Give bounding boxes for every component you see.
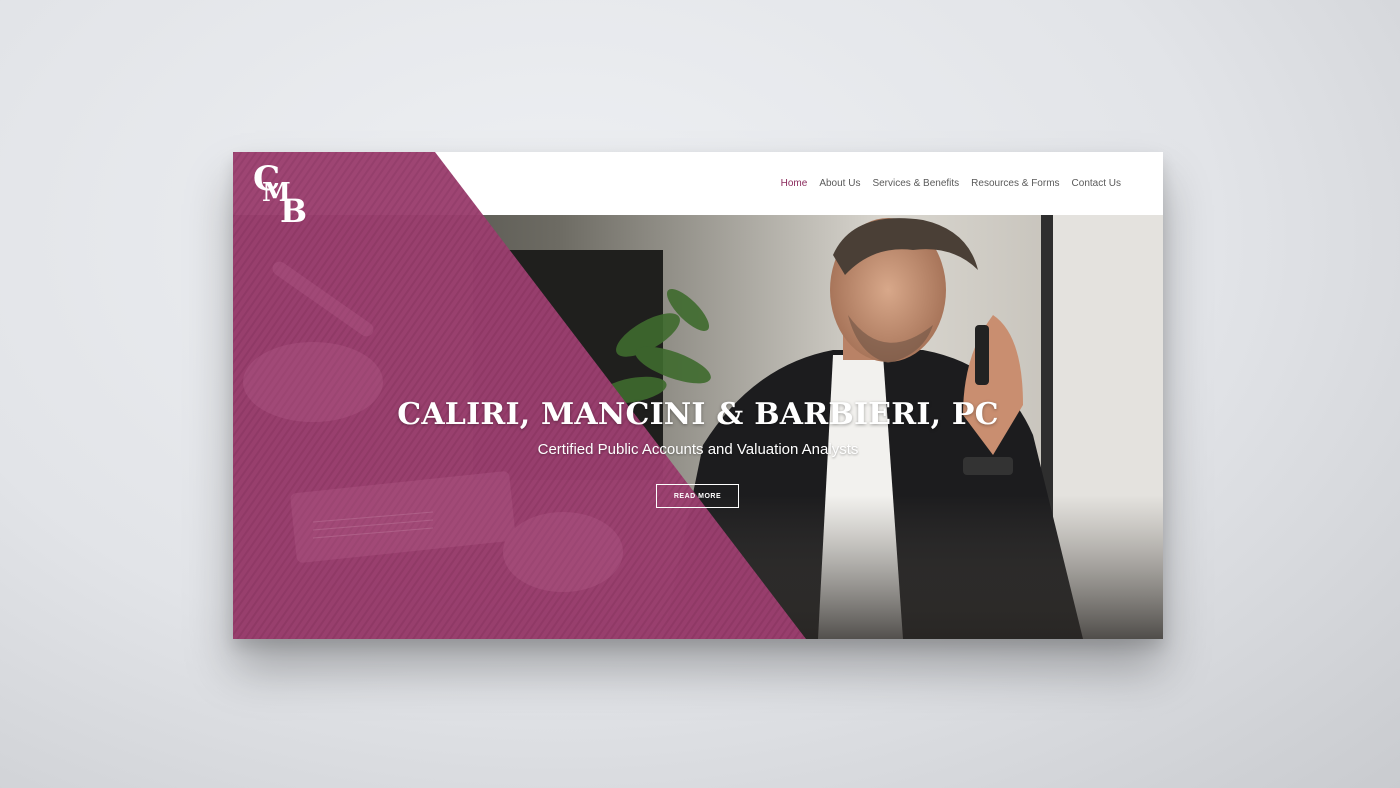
nav-item-about-us[interactable]: About Us [819,178,860,189]
nav-item-home[interactable]: Home [781,178,808,189]
hero-subtitle: Certified Public Accounts and Valuation … [537,441,859,458]
main-nav: Home About Us Services & Benefits Resour… [781,178,1121,189]
cmb-monogram-logo[interactable]: C M B [253,162,309,228]
nav-item-resources-forms[interactable]: Resources & Forms [971,178,1059,189]
nav-item-contact-us[interactable]: Contact Us [1072,178,1121,189]
hero-title: CALIRI, MANCINI & BARBIERI, PC [397,397,999,432]
website-frame: C M B Home About Us Services & Benefits … [233,152,1163,639]
nav-item-services-benefits[interactable]: Services & Benefits [872,178,959,189]
read-more-button[interactable]: READ MORE [656,484,739,508]
logo-letter-b: B [280,192,308,230]
